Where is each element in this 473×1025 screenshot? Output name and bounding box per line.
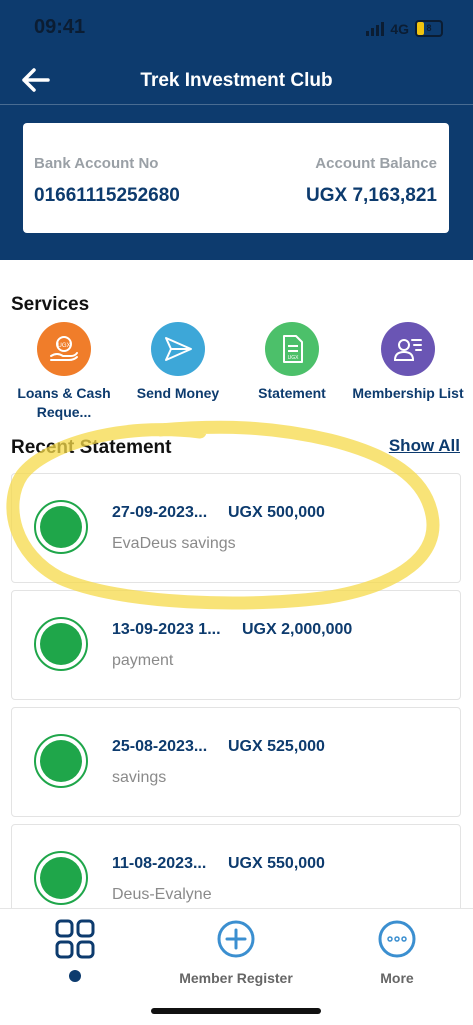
statement-amount: UGX 525,000 xyxy=(228,738,325,755)
battery-icon: 8 xyxy=(415,20,443,37)
statement-date: 11-08-2023... xyxy=(112,855,207,872)
statement-description: EvaDeus savings xyxy=(112,535,236,552)
service-label: Send Money xyxy=(136,385,220,401)
statement-date: 27-09-2023... xyxy=(112,504,208,521)
bank-account-label: Bank Account No xyxy=(34,155,159,172)
member-list-icon[interactable] xyxy=(381,322,435,376)
tab-label: More xyxy=(380,970,414,986)
account-card: Bank Account No Account Balance 01661115… xyxy=(23,123,449,233)
svg-text:UGX: UGX xyxy=(288,355,300,361)
statement-amount: UGX 550,000 xyxy=(228,855,325,872)
service-membership-list[interactable]: Membership List xyxy=(348,322,468,403)
show-all-link[interactable]: Show All xyxy=(389,436,460,456)
status-dot-icon xyxy=(34,617,88,671)
statement-row[interactable]: 27-09-2023... UGX 500,000 EvaDeus saving… xyxy=(11,473,461,583)
tab-member-register[interactable]: Member Register xyxy=(156,919,316,986)
status-dot-icon xyxy=(34,851,88,905)
services-heading: Services xyxy=(11,294,90,315)
service-label: Loans & Cash Reque... xyxy=(17,385,111,420)
battery-level: 8 xyxy=(426,23,432,33)
tab-more[interactable]: More xyxy=(362,919,432,986)
status-indicators: 4G 8 xyxy=(366,20,443,37)
status-dot-icon xyxy=(34,500,88,554)
tab-home[interactable] xyxy=(53,919,97,982)
plus-circle-icon xyxy=(217,920,255,958)
tab-label: Member Register xyxy=(179,970,293,986)
status-bar: 09:41 4G 8 xyxy=(0,14,473,44)
statement-amount: UGX 500,000 xyxy=(228,504,325,521)
network-label: 4G xyxy=(390,20,409,37)
service-statement[interactable]: UGX Statement xyxy=(234,322,350,403)
statement-description: Deus-Evalyne xyxy=(112,886,212,903)
more-circle-icon xyxy=(378,920,416,958)
statement-amount: UGX 2,000,000 xyxy=(242,621,353,638)
status-time: 09:41 xyxy=(34,16,86,38)
statement-date: 13-09-2023 1... xyxy=(112,621,221,638)
status-dot-icon xyxy=(34,734,88,788)
home-indicator xyxy=(151,1008,321,1014)
top-bar: Trek Investment Club xyxy=(0,58,473,105)
paper-plane-icon[interactable] xyxy=(151,322,205,376)
service-send-money[interactable]: Send Money xyxy=(120,322,236,403)
grid-icon xyxy=(55,919,95,959)
statement-row[interactable]: 25-08-2023... UGX 525,000 savings xyxy=(11,707,461,817)
app-header: 09:41 4G 8 Trek Investment Club Bank Acc… xyxy=(0,0,473,260)
account-balance: UGX 7,163,821 xyxy=(306,185,437,206)
service-loans[interactable]: UGX Loans & Cash Reque... xyxy=(6,322,122,422)
service-label: Membership List xyxy=(352,385,464,401)
statement-description: payment xyxy=(112,652,174,669)
document-icon[interactable]: UGX xyxy=(265,322,319,376)
signal-icon xyxy=(366,21,385,36)
statement-description: savings xyxy=(112,769,167,786)
balance-label: Account Balance xyxy=(315,155,437,172)
service-label: Statement xyxy=(258,385,326,401)
statement-row[interactable]: 13-09-2023 1... UGX 2,000,000 payment xyxy=(11,590,461,700)
statement-date: 25-08-2023... xyxy=(112,738,208,755)
recent-statement-heading: Recent Statement xyxy=(11,437,172,458)
page-title: Trek Investment Club xyxy=(140,70,333,91)
loan-hand-icon[interactable]: UGX xyxy=(37,322,91,376)
svg-text:UGX: UGX xyxy=(57,343,70,349)
active-tab-dot xyxy=(69,970,81,982)
bank-account-number: 01661115252680 xyxy=(34,185,180,206)
